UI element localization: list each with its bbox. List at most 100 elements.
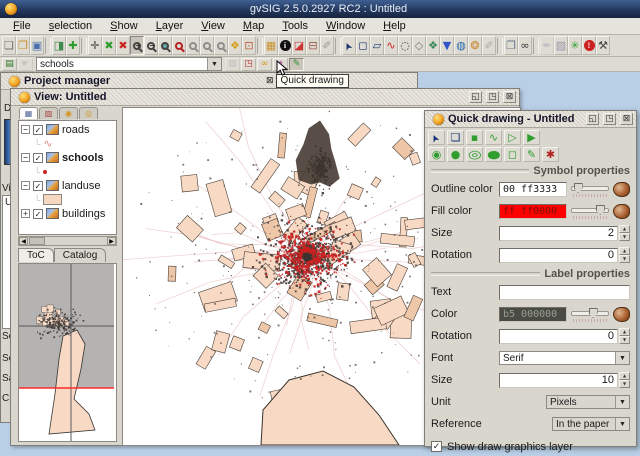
select-lasso-button[interactable]: ∿ xyxy=(384,36,398,55)
zoom-selection-button[interactable] xyxy=(172,36,186,55)
menu-tools[interactable]: Tools xyxy=(273,19,317,34)
zoom-previous-button[interactable] xyxy=(200,36,214,55)
scroll-right-icon[interactable]: ▶ xyxy=(107,237,116,245)
qd-rectangle-tool[interactable]: ◻ xyxy=(504,147,521,162)
toc-order-tab[interactable]: ◉ xyxy=(59,107,78,119)
layer-label[interactable]: buildings xyxy=(62,208,105,220)
font-combobox[interactable]: Serif ▼ xyxy=(499,351,630,365)
layer-label[interactable]: landuse xyxy=(62,180,101,192)
combobox-dropdown-icon[interactable]: ▼ xyxy=(615,352,629,364)
label-rotation-spinner[interactable]: ▲▼ xyxy=(619,328,630,344)
fill-alpha-slider[interactable] xyxy=(570,203,610,219)
menu-help[interactable]: Help xyxy=(374,19,415,34)
scrollbar-thumb[interactable] xyxy=(29,237,45,245)
label-color-field[interactable]: b5 000000 xyxy=(499,307,567,322)
tab-toc[interactable]: ToC xyxy=(18,248,54,262)
close-table-button[interactable]: ◳ xyxy=(241,58,256,71)
zoom-points-button[interactable] xyxy=(186,36,200,55)
menu-file[interactable]: File xyxy=(4,19,40,34)
reference-combobox[interactable]: In the paper ▼ xyxy=(552,417,630,431)
collapse-icon[interactable]: − xyxy=(21,125,30,134)
unit-combobox[interactable]: Pixels ▼ xyxy=(546,395,630,409)
layer-visibility-checkbox[interactable]: ✓ xyxy=(33,125,43,135)
window-maximize-button[interactable]: ◳ xyxy=(603,113,616,125)
layer-row-schools[interactable]: −✓schools xyxy=(21,150,116,165)
window-close-button[interactable]: ⊠ xyxy=(620,113,633,125)
save-project-button[interactable]: ▣ xyxy=(30,36,44,55)
outline-color-field[interactable]: 00 ff3333 xyxy=(499,182,567,197)
locate-button[interactable]: ∞ xyxy=(257,58,272,71)
qd-ellipse-fill-tool[interactable]: ● xyxy=(485,147,502,162)
select-polygon-button[interactable]: ▱ xyxy=(370,36,384,55)
qd-clear-tool[interactable]: ✱ xyxy=(542,147,559,162)
select-buffer-button[interactable]: ◇ xyxy=(412,36,426,55)
label-color-palette-icon[interactable] xyxy=(613,307,630,322)
toc-display-tab[interactable]: ▦ xyxy=(19,107,38,119)
select-hand-button[interactable]: ☛ xyxy=(18,58,33,71)
active-layer-combobox[interactable]: schools ▼ xyxy=(36,57,222,71)
scroll-left-icon[interactable]: ◀ xyxy=(19,237,28,245)
qd-select-area-tool[interactable]: ❏ xyxy=(447,130,464,145)
add-layer-button[interactable]: ✚ xyxy=(66,36,80,55)
menu-window[interactable]: Window xyxy=(317,19,374,34)
qd-select-tool[interactable]: ➤ xyxy=(428,130,445,145)
attribute-table-button[interactable]: ▦ xyxy=(264,36,278,55)
filter-button[interactable]: ▼ xyxy=(440,36,454,55)
pan-button[interactable]: ✛ xyxy=(88,36,102,55)
export-document-button[interactable]: ◨ xyxy=(52,36,66,55)
layer-row-buildings[interactable]: +✓ buildings xyxy=(21,206,116,221)
select-rectangle-button[interactable]: ◻ xyxy=(356,36,370,55)
locator-map[interactable] xyxy=(18,263,117,442)
qd-point-tool[interactable]: ▪ xyxy=(466,130,483,145)
qd-freehand-tool[interactable]: ✎ xyxy=(523,147,540,162)
navigation-button[interactable]: ❂ xyxy=(468,36,482,55)
expand-icon[interactable]: + xyxy=(21,209,30,218)
error-log-button[interactable]: ! xyxy=(582,36,596,55)
label-alpha-slider[interactable] xyxy=(570,306,610,322)
menu-selection[interactable]: selection xyxy=(40,19,101,34)
select-circle-button[interactable]: ◌ xyxy=(398,36,412,55)
layer-order-button[interactable]: ❖ xyxy=(228,36,242,55)
toc-symbology-tab[interactable]: ▨ xyxy=(39,107,58,119)
label-text-field[interactable] xyxy=(499,285,630,300)
label-rotation-field[interactable]: 0 xyxy=(499,329,618,344)
layer-row-landuse[interactable]: −✓landuse xyxy=(21,178,116,193)
information-button[interactable]: i xyxy=(278,36,292,55)
copy-document-button[interactable]: ❐ xyxy=(504,36,518,55)
qd-circle-center-tool[interactable]: ◉ xyxy=(428,147,445,162)
zoom-all-button[interactable]: ✖ xyxy=(102,36,116,55)
layer-visibility-checkbox[interactable]: ✓ xyxy=(33,153,43,163)
zoom-back-button[interactable]: ✖ xyxy=(116,36,130,55)
combobox-dropdown-icon[interactable]: ▼ xyxy=(207,58,221,70)
outline-color-palette-icon[interactable] xyxy=(613,182,630,197)
fill-color-palette-icon[interactable] xyxy=(613,204,630,219)
quick-drawing-button[interactable]: ✎ xyxy=(289,58,304,71)
hyperlink-button[interactable]: ✐ xyxy=(320,36,334,55)
toc-groups-tab[interactable]: ◎ xyxy=(79,107,98,119)
zoom-layer-button[interactable] xyxy=(158,36,172,55)
symbol-size-spinner[interactable]: ▲▼ xyxy=(619,225,630,241)
outline-alpha-slider[interactable] xyxy=(570,181,610,197)
label-size-field[interactable]: 10 xyxy=(499,373,618,388)
overview-button[interactable]: ◍ xyxy=(454,36,468,55)
geoprocess-button[interactable]: ✳ xyxy=(568,36,582,55)
view-frame-button[interactable]: ⊡ xyxy=(242,36,256,55)
new-project-button[interactable]: ❏ xyxy=(2,36,16,55)
clear-selection-button[interactable]: ✐ xyxy=(482,36,496,55)
open-project-button[interactable]: ❒ xyxy=(16,36,30,55)
edit-attributes-button[interactable]: ▤ xyxy=(2,58,17,71)
layer-label[interactable]: schools xyxy=(62,152,104,164)
qd-circle-fill-tool[interactable]: ● xyxy=(447,147,464,162)
search-button[interactable]: ∞ xyxy=(518,36,532,55)
toc-horizontal-scrollbar[interactable]: ◀ ▶ xyxy=(18,236,117,246)
annotation-button[interactable]: ✒ xyxy=(540,36,554,55)
label-size-spinner[interactable]: ▲▼ xyxy=(619,372,630,388)
zoom-in-button[interactable]: + xyxy=(130,36,144,55)
combobox-dropdown-icon[interactable]: ▼ xyxy=(615,418,629,430)
menu-layer[interactable]: Layer xyxy=(147,19,193,34)
measure-area-button[interactable]: ◪ xyxy=(292,36,306,55)
quick-drawing-titlebar[interactable]: Quick drawing - Untitled ◱ ◳ ⊠ xyxy=(425,111,636,128)
menu-show[interactable]: Show xyxy=(101,19,147,34)
layer-visibility-checkbox[interactable]: ✓ xyxy=(33,209,43,219)
select-layer-button[interactable]: ❖ xyxy=(426,36,440,55)
